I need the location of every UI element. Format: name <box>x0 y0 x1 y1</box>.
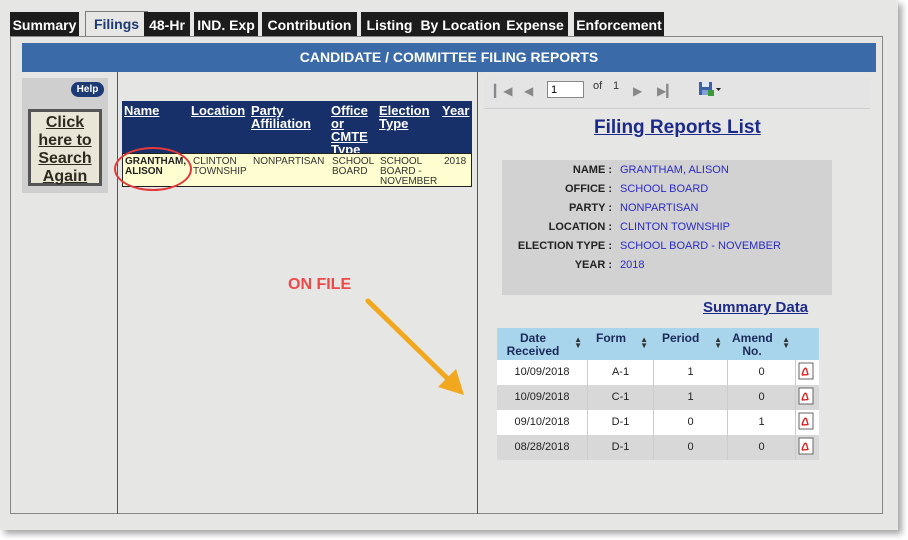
cell-amend: 0 <box>728 360 796 385</box>
col-header-amend-no[interactable]: Amend No. ▲ ▼ <box>728 328 796 360</box>
cell-date: 08/28/2018 <box>497 435 588 460</box>
on-file-annotation: ON FILE <box>288 276 352 293</box>
sort-icon: ▲ ▼ <box>714 335 722 350</box>
info-label-location: LOCATION : <box>548 221 612 233</box>
cell-year: 2018 <box>444 156 467 167</box>
search-again-label: Click here to Search Again <box>38 114 92 185</box>
info-value-election-type: SCHOOL BOARD - NOVEMBER <box>620 240 781 252</box>
page-title: CANDIDATE / COMMITTEE FILING REPORTS <box>22 43 876 72</box>
highlight-circle <box>114 147 192 191</box>
cell-period: 0 <box>654 435 728 460</box>
report-toolbar <box>484 78 870 109</box>
cell-period: 1 <box>654 385 728 410</box>
tab-filings[interactable]: Filings <box>85 11 148 37</box>
info-value-office: SCHOOL BOARD <box>620 183 709 195</box>
next-page-icon[interactable]: ▶ <box>633 84 642 98</box>
column-divider <box>117 72 118 514</box>
cell-office: SCHOOL BOARD <box>332 156 374 177</box>
info-value-year: 2018 <box>620 259 645 271</box>
cell-form: A-1 <box>588 360 654 385</box>
cell-amend: 0 <box>728 435 796 460</box>
pdf-icon[interactable] <box>798 437 814 455</box>
cell-location: CLINTON TOWNSHIP <box>193 156 247 177</box>
tab-contribution[interactable]: Contribution <box>262 12 357 36</box>
sort-icon: ▲ ▼ <box>782 335 790 350</box>
cell-form: D-1 <box>588 435 654 460</box>
tab-48-hr[interactable]: 48-Hr <box>144 12 190 36</box>
info-value-name: GRANTHAM, ALISON <box>620 164 729 176</box>
of-label: of <box>593 80 603 92</box>
sort-icon: ▲ ▼ <box>574 335 582 350</box>
column-divider <box>477 72 478 514</box>
total-pages: 1 <box>613 80 620 92</box>
prev-page-icon[interactable]: ◀ <box>524 84 533 98</box>
pdf-icon[interactable] <box>798 387 814 405</box>
page-number-input[interactable] <box>547 81 584 98</box>
filings-table: Date Received ▲ ▼ Form ▲ ▼ Period ▲ ▼ Amend… <box>497 328 819 460</box>
tab-expense[interactable]: Expense <box>502 12 568 36</box>
sort-icon: ▲ ▼ <box>640 335 648 350</box>
cell-form: C-1 <box>588 385 654 410</box>
cell-amend: 0 <box>728 385 796 410</box>
cell-date: 09/10/2018 <box>497 410 588 435</box>
last-page-icon[interactable]: ▶▎ <box>657 84 675 98</box>
cell-date: 10/09/2018 <box>497 360 588 385</box>
table-row: 08/28/2018 D-1 0 0 <box>497 435 819 460</box>
table-row: 10/09/2018 A-1 1 0 <box>497 360 819 385</box>
col-header-name[interactable]: Name <box>124 104 159 117</box>
tab-summary[interactable]: Summary <box>10 12 79 36</box>
col-header-election[interactable]: Election Type <box>379 104 437 130</box>
tab-listing[interactable]: Listing <box>361 12 418 36</box>
col-header-pdf <box>796 328 819 360</box>
col-header-office[interactable]: Office or CMTE Type <box>331 104 375 156</box>
info-label-office: OFFICE : <box>564 183 612 195</box>
cell-date: 10/09/2018 <box>497 385 588 410</box>
help-button[interactable]: Help <box>71 82 104 97</box>
cell-party: NONPARTISAN <box>253 156 325 167</box>
page-frame: Summary Filings 48-Hr IND. Exp Contribut… <box>0 0 898 530</box>
col-header-year[interactable]: Year <box>442 104 469 117</box>
info-label-year: YEAR : <box>574 259 612 271</box>
tab-enforcement[interactable]: Enforcement <box>574 12 664 36</box>
pdf-icon[interactable] <box>798 362 814 380</box>
info-value-party: NONPARTISAN <box>620 202 699 214</box>
pdf-icon[interactable] <box>798 412 814 430</box>
cell-election: SCHOOL BOARD - NOVEMBER <box>380 156 438 187</box>
first-page-icon[interactable]: ▎◀ <box>494 84 512 98</box>
cell-period: 0 <box>654 410 728 435</box>
table-row: 09/10/2018 D-1 0 1 <box>497 410 819 435</box>
report-title[interactable]: Filing Reports List <box>594 117 761 139</box>
cell-amend: 1 <box>728 410 796 435</box>
col-header-form-label: Form <box>596 331 626 345</box>
info-label-election-type: ELECTION TYPE : <box>517 240 612 252</box>
col-header-location[interactable]: Location <box>191 104 245 117</box>
info-value-location: CLINTON TOWNSHIP <box>620 221 731 233</box>
col-header-period-label: Period <box>662 331 700 345</box>
col-header-date-received[interactable]: Date Received ▲ ▼ <box>497 328 588 360</box>
col-header-date-received-label: Date Received <box>506 331 560 358</box>
tab-ind-exp[interactable]: IND. Exp <box>194 12 258 36</box>
summary-data-link[interactable]: Summary Data <box>703 299 808 316</box>
col-header-form[interactable]: Form ▲ ▼ <box>588 328 654 360</box>
annotation-arrow <box>365 298 464 395</box>
info-label-party: PARTY : <box>569 202 612 214</box>
table-row: 10/09/2018 C-1 1 0 <box>497 385 819 410</box>
col-header-party[interactable]: Party Affiliation <box>251 104 321 130</box>
info-label-name: NAME : <box>572 164 612 176</box>
cell-form: D-1 <box>588 410 654 435</box>
col-header-amend-no-label: Amend No. <box>732 331 773 358</box>
tab-by-location[interactable]: By Location <box>413 12 508 36</box>
export-save-icon[interactable] <box>698 81 722 102</box>
search-again-link[interactable]: Click here to Search Again <box>28 109 102 186</box>
col-header-period[interactable]: Period ▲ ▼ <box>654 328 728 360</box>
cell-period: 1 <box>654 360 728 385</box>
